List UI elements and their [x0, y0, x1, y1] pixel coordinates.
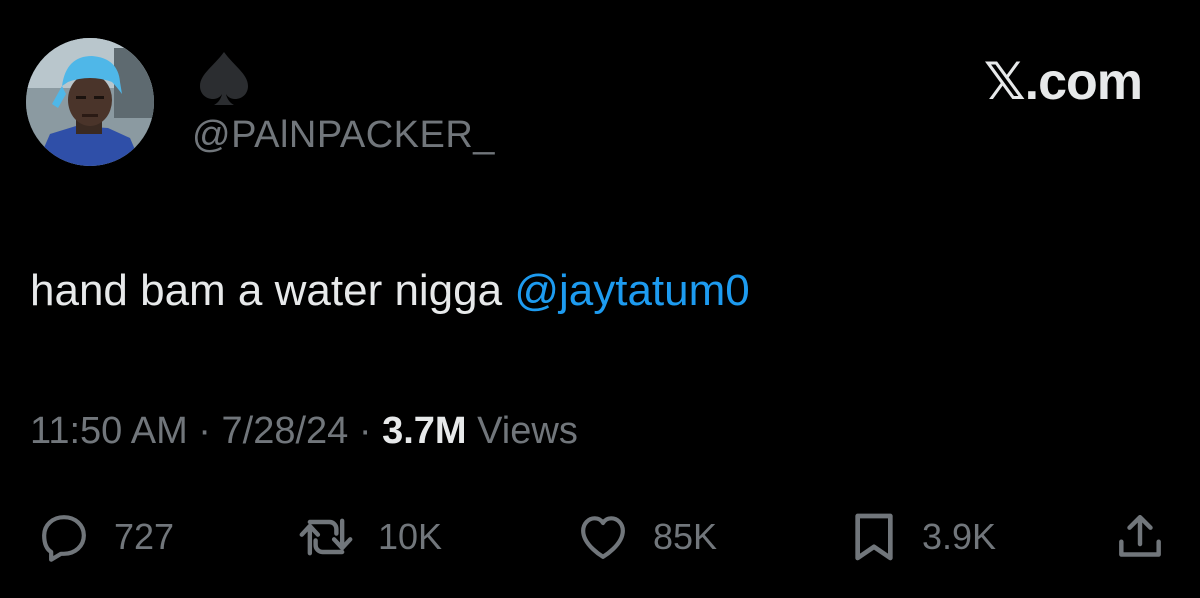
author-handle[interactable]: @PAlNPACKER_ [192, 114, 495, 157]
tweet-body: hand bam a water nigga [30, 266, 515, 315]
bookmark-icon [855, 513, 893, 561]
meta-separator: · [187, 410, 222, 452]
heart-icon [581, 516, 625, 559]
views-label: Views [466, 410, 578, 452]
display-name[interactable] [194, 48, 254, 108]
reply-icon [42, 515, 86, 562]
spade-icon [200, 52, 248, 105]
repost-icon [299, 518, 353, 556]
avatar[interactable] [26, 38, 154, 166]
meta-separator: · [348, 410, 383, 452]
like-count: 85K [653, 516, 718, 557]
action-bar: 727 10K 85K 3.9K [0, 502, 1200, 572]
bookmark-button[interactable]: 3.9K [848, 502, 996, 572]
repost-button[interactable]: 10K [296, 502, 442, 572]
views-count[interactable]: 3.7M [382, 410, 466, 452]
bookmark-count: 3.9K [922, 516, 997, 557]
like-button[interactable]: 85K [575, 502, 717, 572]
tweet-date[interactable]: 7/28/24 [222, 410, 349, 452]
repost-count: 10K [378, 516, 443, 557]
brand-logo: 𝕏.com [983, 53, 1143, 111]
reply-button[interactable]: 727 [36, 502, 174, 572]
share-icon [1119, 514, 1161, 557]
share-button[interactable] [1112, 502, 1168, 572]
reply-count: 727 [114, 516, 175, 557]
tweet-text: hand bam a water nigga @jaytatum0 [30, 266, 750, 316]
mention-link[interactable]: @jaytatum0 [514, 266, 749, 315]
tweet-meta: 11:50 AM · 7/28/24 · 3.7M Views [30, 410, 578, 453]
tweet-time[interactable]: 11:50 AM [30, 410, 188, 452]
avatar-photo [26, 38, 154, 166]
